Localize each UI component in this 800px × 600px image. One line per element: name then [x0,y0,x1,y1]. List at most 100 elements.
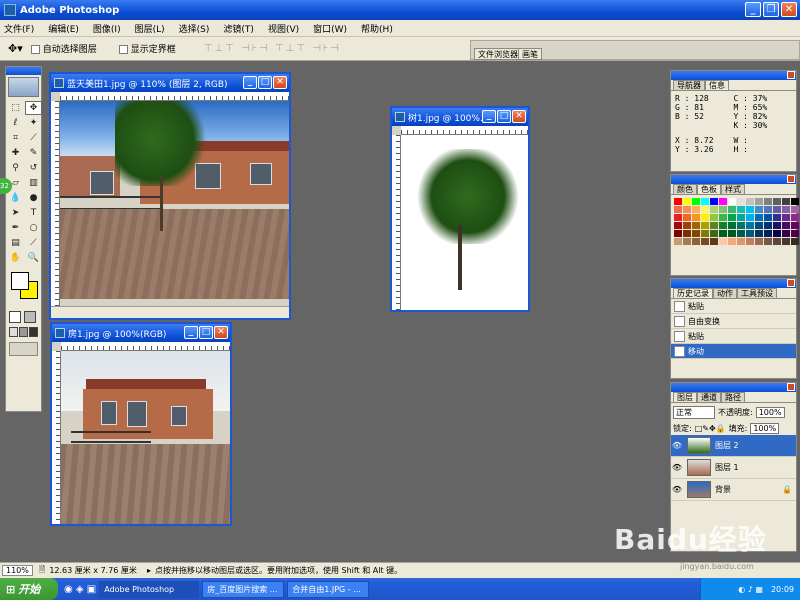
foreground-color-swatch[interactable] [11,272,29,290]
color-swatch[interactable] [791,198,799,205]
tab-actions[interactable]: 动作 [713,288,737,298]
close-button[interactable]: ✕ [781,2,797,17]
zoom-field[interactable]: 110% [2,565,33,576]
layer-row[interactable]: 👁 图层 2 [671,435,796,457]
horizontal-scrollbar[interactable] [51,306,289,318]
taskbar-item[interactable]: Adobe Photoshop [99,580,200,598]
fill-input[interactable]: 100% [750,423,780,434]
color-swatch[interactable] [791,206,799,213]
lock-icons[interactable]: □✎✥🔒 [695,424,726,433]
color-swatch[interactable] [746,238,754,245]
color-swatch[interactable] [782,222,790,229]
color-swatch[interactable] [710,238,718,245]
color-swatch[interactable] [674,238,682,245]
color-swatch[interactable] [737,238,745,245]
color-swatch[interactable] [782,198,790,205]
color-swatch[interactable] [683,214,691,221]
magic-wand-tool-icon[interactable]: ✦ [25,116,42,130]
color-swatch[interactable] [728,230,736,237]
color-swatch[interactable] [764,214,772,221]
history-brush-tool-icon[interactable]: ↺ [25,161,42,175]
tab-navigator[interactable]: 导航器 [673,80,705,90]
color-swatch[interactable] [728,214,736,221]
color-swatch[interactable] [692,238,700,245]
tab-paths[interactable]: 路径 [721,392,745,402]
move-tool-preset-icon[interactable]: ✥▾ [8,42,23,55]
document-canvas[interactable] [401,135,528,310]
eyedropper-tool-icon[interactable]: ⟋ [25,236,42,250]
color-swatch[interactable] [764,198,772,205]
color-swatch[interactable] [692,198,700,205]
align-buttons-icon[interactable]: ⊤⊥⊤ ⊣⊦⊣ ⊤⊥⊤ ⊣⊦⊣ [204,43,341,54]
horizontal-ruler[interactable] [61,342,230,351]
screen-mode-full-icon[interactable] [29,327,38,337]
tray-icons[interactable]: ◐ ♪ ▦ [738,585,763,594]
shape-tool-icon[interactable]: ○ [25,221,42,235]
move-tool-icon[interactable]: ✥ [25,101,42,115]
color-swatch[interactable] [764,206,772,213]
show-bounds-checkbox[interactable]: 显示定界框 [118,42,176,55]
color-swatch[interactable] [710,198,718,205]
tab-styles[interactable]: 样式 [721,184,745,194]
slice-tool-icon[interactable]: ⟋ [25,131,42,145]
document-window-tree[interactable]: 树1.jpg @ 100%... _ □ ✕ [390,106,530,312]
menu-window[interactable]: 窗口(W) [313,22,347,35]
menu-select[interactable]: 选择(S) [179,22,210,35]
healing-brush-tool-icon[interactable]: ✚ [7,146,24,160]
color-swatch[interactable] [746,222,754,229]
status-arrow-icon[interactable]: ▸ [147,566,151,575]
color-swatch[interactable] [737,230,745,237]
doc1-close-button[interactable]: ✕ [273,76,287,89]
taskbar-item[interactable]: 合并自由1.JPG - ... [287,580,370,598]
screen-mode-full-menu-icon[interactable] [19,327,28,337]
document-window-house[interactable]: 房1.jpg @ 100%(RGB) _ □ ✕ [50,322,232,526]
color-swatch[interactable] [737,214,745,221]
panel-close-icon[interactable] [787,383,795,391]
minimize-button[interactable]: _ [745,2,761,17]
tab-swatches[interactable]: 色板 [697,184,721,194]
history-item[interactable]: 自由变换 [671,314,796,329]
screen-mode-standard-icon[interactable] [9,327,18,337]
color-swatch[interactable] [791,238,799,245]
color-swatch[interactable] [755,206,763,213]
notes-tool-icon[interactable]: ▤ [7,236,24,250]
color-swatch[interactable] [746,206,754,213]
color-swatch[interactable] [773,206,781,213]
color-swatch[interactable] [746,214,754,221]
pen-tool-icon[interactable]: ✒ [7,221,24,235]
document-window-lantian[interactable]: 蓝天美田1.jpg @ 110% (图层 2, RGB) _ □ ✕ [49,72,291,320]
tab-brushes[interactable]: 画笔 [518,48,542,60]
standard-mode-icon[interactable] [9,311,21,323]
color-swatch[interactable] [710,230,718,237]
vertical-ruler[interactable] [51,101,60,306]
tab-channels[interactable]: 通道 [697,392,721,402]
color-swatch[interactable] [719,206,727,213]
menu-image[interactable]: 图像(I) [93,22,121,35]
color-swatch[interactable] [737,206,745,213]
color-swatch[interactable] [755,222,763,229]
color-swatch[interactable] [692,214,700,221]
color-swatch[interactable] [719,230,727,237]
eye-icon[interactable]: 👁 [671,463,683,472]
doc1-maximize-button[interactable]: □ [258,76,272,89]
clone-stamp-tool-icon[interactable]: ⚲ [7,161,24,175]
hand-tool-icon[interactable]: ✋ [7,251,24,265]
document-canvas[interactable] [61,351,230,524]
color-swatch[interactable] [737,198,745,205]
color-swatch[interactable] [692,230,700,237]
color-swatch[interactable] [692,222,700,229]
eye-icon[interactable]: 👁 [671,485,683,494]
tab-history[interactable]: 历史记录 [673,288,713,298]
color-swatch[interactable] [674,214,682,221]
color-swatch[interactable] [791,214,799,221]
color-swatch[interactable] [773,238,781,245]
color-swatch[interactable] [674,198,682,205]
vertical-ruler[interactable] [52,351,61,524]
color-swatch[interactable] [701,230,709,237]
marquee-tool-icon[interactable]: ⬚ [7,101,24,115]
color-swatch[interactable] [701,222,709,229]
blend-mode-select[interactable]: 正常 [673,406,715,419]
color-swatch[interactable] [764,222,772,229]
panel-close-icon[interactable] [787,279,795,287]
quicklaunch-icons[interactable]: ◉ ◈ ▣ [64,584,96,595]
